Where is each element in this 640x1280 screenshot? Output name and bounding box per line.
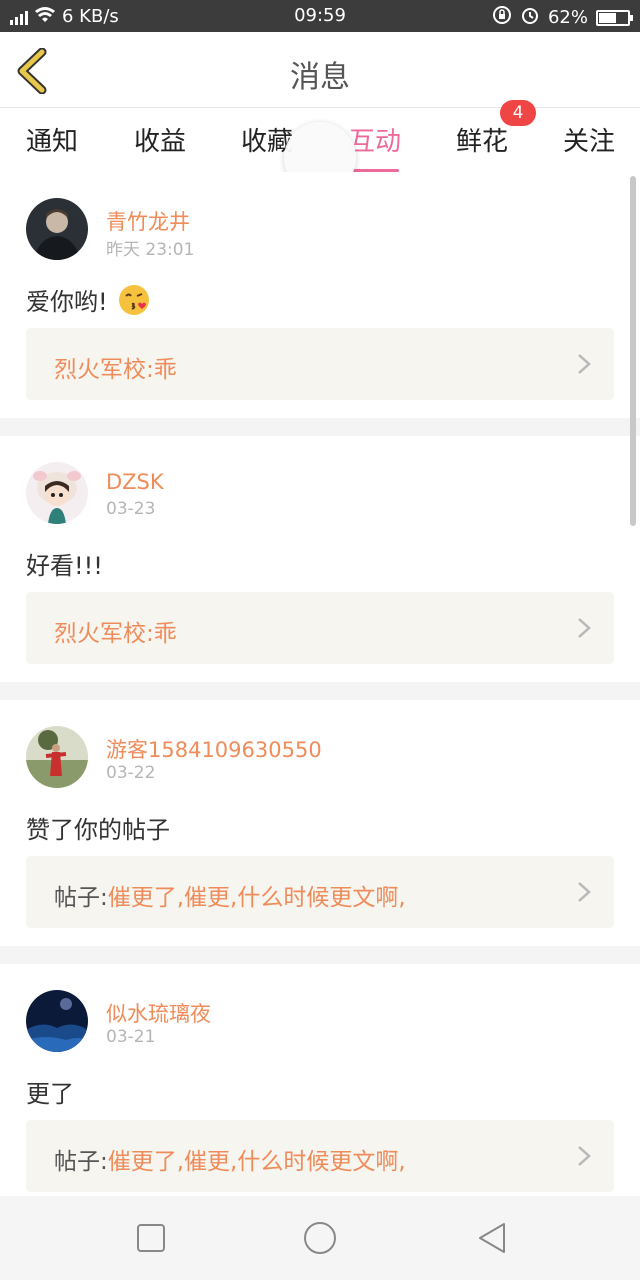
avatar[interactable] bbox=[26, 198, 88, 260]
page-title: 消息 bbox=[290, 60, 350, 95]
chevron-right-icon bbox=[578, 1146, 591, 1166]
user-name[interactable]: DZSK bbox=[106, 470, 164, 494]
app-header: 消息 bbox=[0, 32, 640, 108]
back-triangle-icon[interactable] bbox=[472, 1218, 512, 1258]
lock-rotation-icon bbox=[492, 5, 512, 30]
tab-flowers[interactable]: 鲜花 bbox=[456, 121, 508, 158]
quote-text: 催更了,催更,什么时候更文啊, bbox=[107, 885, 406, 911]
message-list[interactable]: 青竹龙井 昨天 23:01 爱你哟! 烈火军校:乖 DZSK 03-23 好看!… bbox=[0, 172, 640, 1196]
timestamp: 03-23 bbox=[106, 499, 156, 519]
quoted-post[interactable]: 烈火军校:乖 bbox=[26, 592, 614, 664]
user-name[interactable]: 青竹龙井 bbox=[106, 206, 190, 236]
recents-square-icon[interactable] bbox=[131, 1218, 171, 1258]
scrollbar[interactable] bbox=[630, 176, 636, 526]
battery-icon bbox=[596, 9, 633, 26]
quote-text: 烈火军校:乖 bbox=[54, 357, 177, 383]
message-text: 赞了你的帖子 bbox=[26, 816, 170, 844]
quoted-post[interactable]: 帖子:催更了,催更,什么时候更文啊, bbox=[26, 856, 614, 928]
quote-text: 催更了,催更,什么时候更文啊, bbox=[107, 1149, 406, 1175]
chevron-right-icon bbox=[578, 882, 591, 902]
message-text: 更了 bbox=[26, 1080, 74, 1108]
quote-prefix: 帖子: bbox=[54, 1149, 108, 1175]
list-item[interactable]: 青竹龙井 昨天 23:01 爱你哟! 烈火军校:乖 bbox=[0, 172, 640, 418]
kiss-emoji-icon bbox=[118, 284, 150, 316]
quote-line: 帖子:催更了,催更,什么时候更文啊, bbox=[54, 878, 406, 912]
user-name[interactable]: 游客1584109630550 bbox=[106, 734, 322, 764]
avatar[interactable] bbox=[26, 462, 88, 524]
tab-notice[interactable]: 通知 bbox=[26, 121, 78, 158]
message-text: 爱你哟! bbox=[26, 288, 108, 316]
status-bar: 6 KB/s 09:59 62% bbox=[0, 0, 640, 32]
quote-line: 烈火军校:乖 bbox=[54, 614, 177, 648]
list-item[interactable]: DZSK 03-23 好看!!! 烈火军校:乖 bbox=[0, 436, 640, 682]
battery-fill bbox=[599, 12, 616, 23]
message-text-row: 更了 bbox=[26, 1074, 74, 1109]
message-text-row: 好看!!! bbox=[26, 546, 103, 581]
tab-earnings[interactable]: 收益 bbox=[134, 121, 186, 158]
timestamp: 03-22 bbox=[106, 763, 156, 783]
flowers-badge: 4 bbox=[500, 100, 536, 126]
quoted-post[interactable]: 帖子:催更了,催更,什么时候更文啊, bbox=[26, 1120, 614, 1192]
avatar[interactable] bbox=[26, 990, 88, 1052]
chevron-right-icon bbox=[578, 618, 591, 638]
quote-line: 烈火军校:乖 bbox=[54, 350, 177, 384]
alarm-icon bbox=[520, 5, 540, 30]
battery-percent: 62% bbox=[547, 7, 588, 28]
tab-interaction-label: 互动 bbox=[349, 127, 402, 157]
list-item[interactable]: 游客1584109630550 03-22 赞了你的帖子 帖子:催更了,催更,什… bbox=[0, 700, 640, 946]
quote-text: 烈火军校:乖 bbox=[54, 621, 177, 647]
tab-interaction[interactable]: 互动 bbox=[349, 121, 402, 172]
avatar[interactable] bbox=[26, 726, 88, 788]
quote-line: 帖子:催更了,催更,什么时候更文啊, bbox=[54, 1142, 406, 1176]
home-circle-icon[interactable] bbox=[300, 1218, 340, 1258]
user-name[interactable]: 似水琉璃夜 bbox=[106, 998, 211, 1028]
timestamp: 昨天 23:01 bbox=[106, 240, 195, 260]
system-nav-bar bbox=[0, 1196, 640, 1280]
chevron-right-icon bbox=[578, 354, 591, 374]
message-text-row: 爱你哟! bbox=[26, 282, 150, 317]
tab-follow[interactable]: 关注 bbox=[563, 121, 615, 158]
list-item[interactable]: 似水琉璃夜 03-21 更了 帖子:催更了,催更,什么时候更文啊, bbox=[0, 964, 640, 1196]
quote-prefix: 帖子: bbox=[54, 885, 108, 911]
quoted-post[interactable]: 烈火军校:乖 bbox=[26, 328, 614, 400]
message-text: 好看!!! bbox=[26, 552, 103, 580]
timestamp: 03-21 bbox=[106, 1027, 156, 1047]
message-text-row: 赞了你的帖子 bbox=[26, 810, 170, 845]
